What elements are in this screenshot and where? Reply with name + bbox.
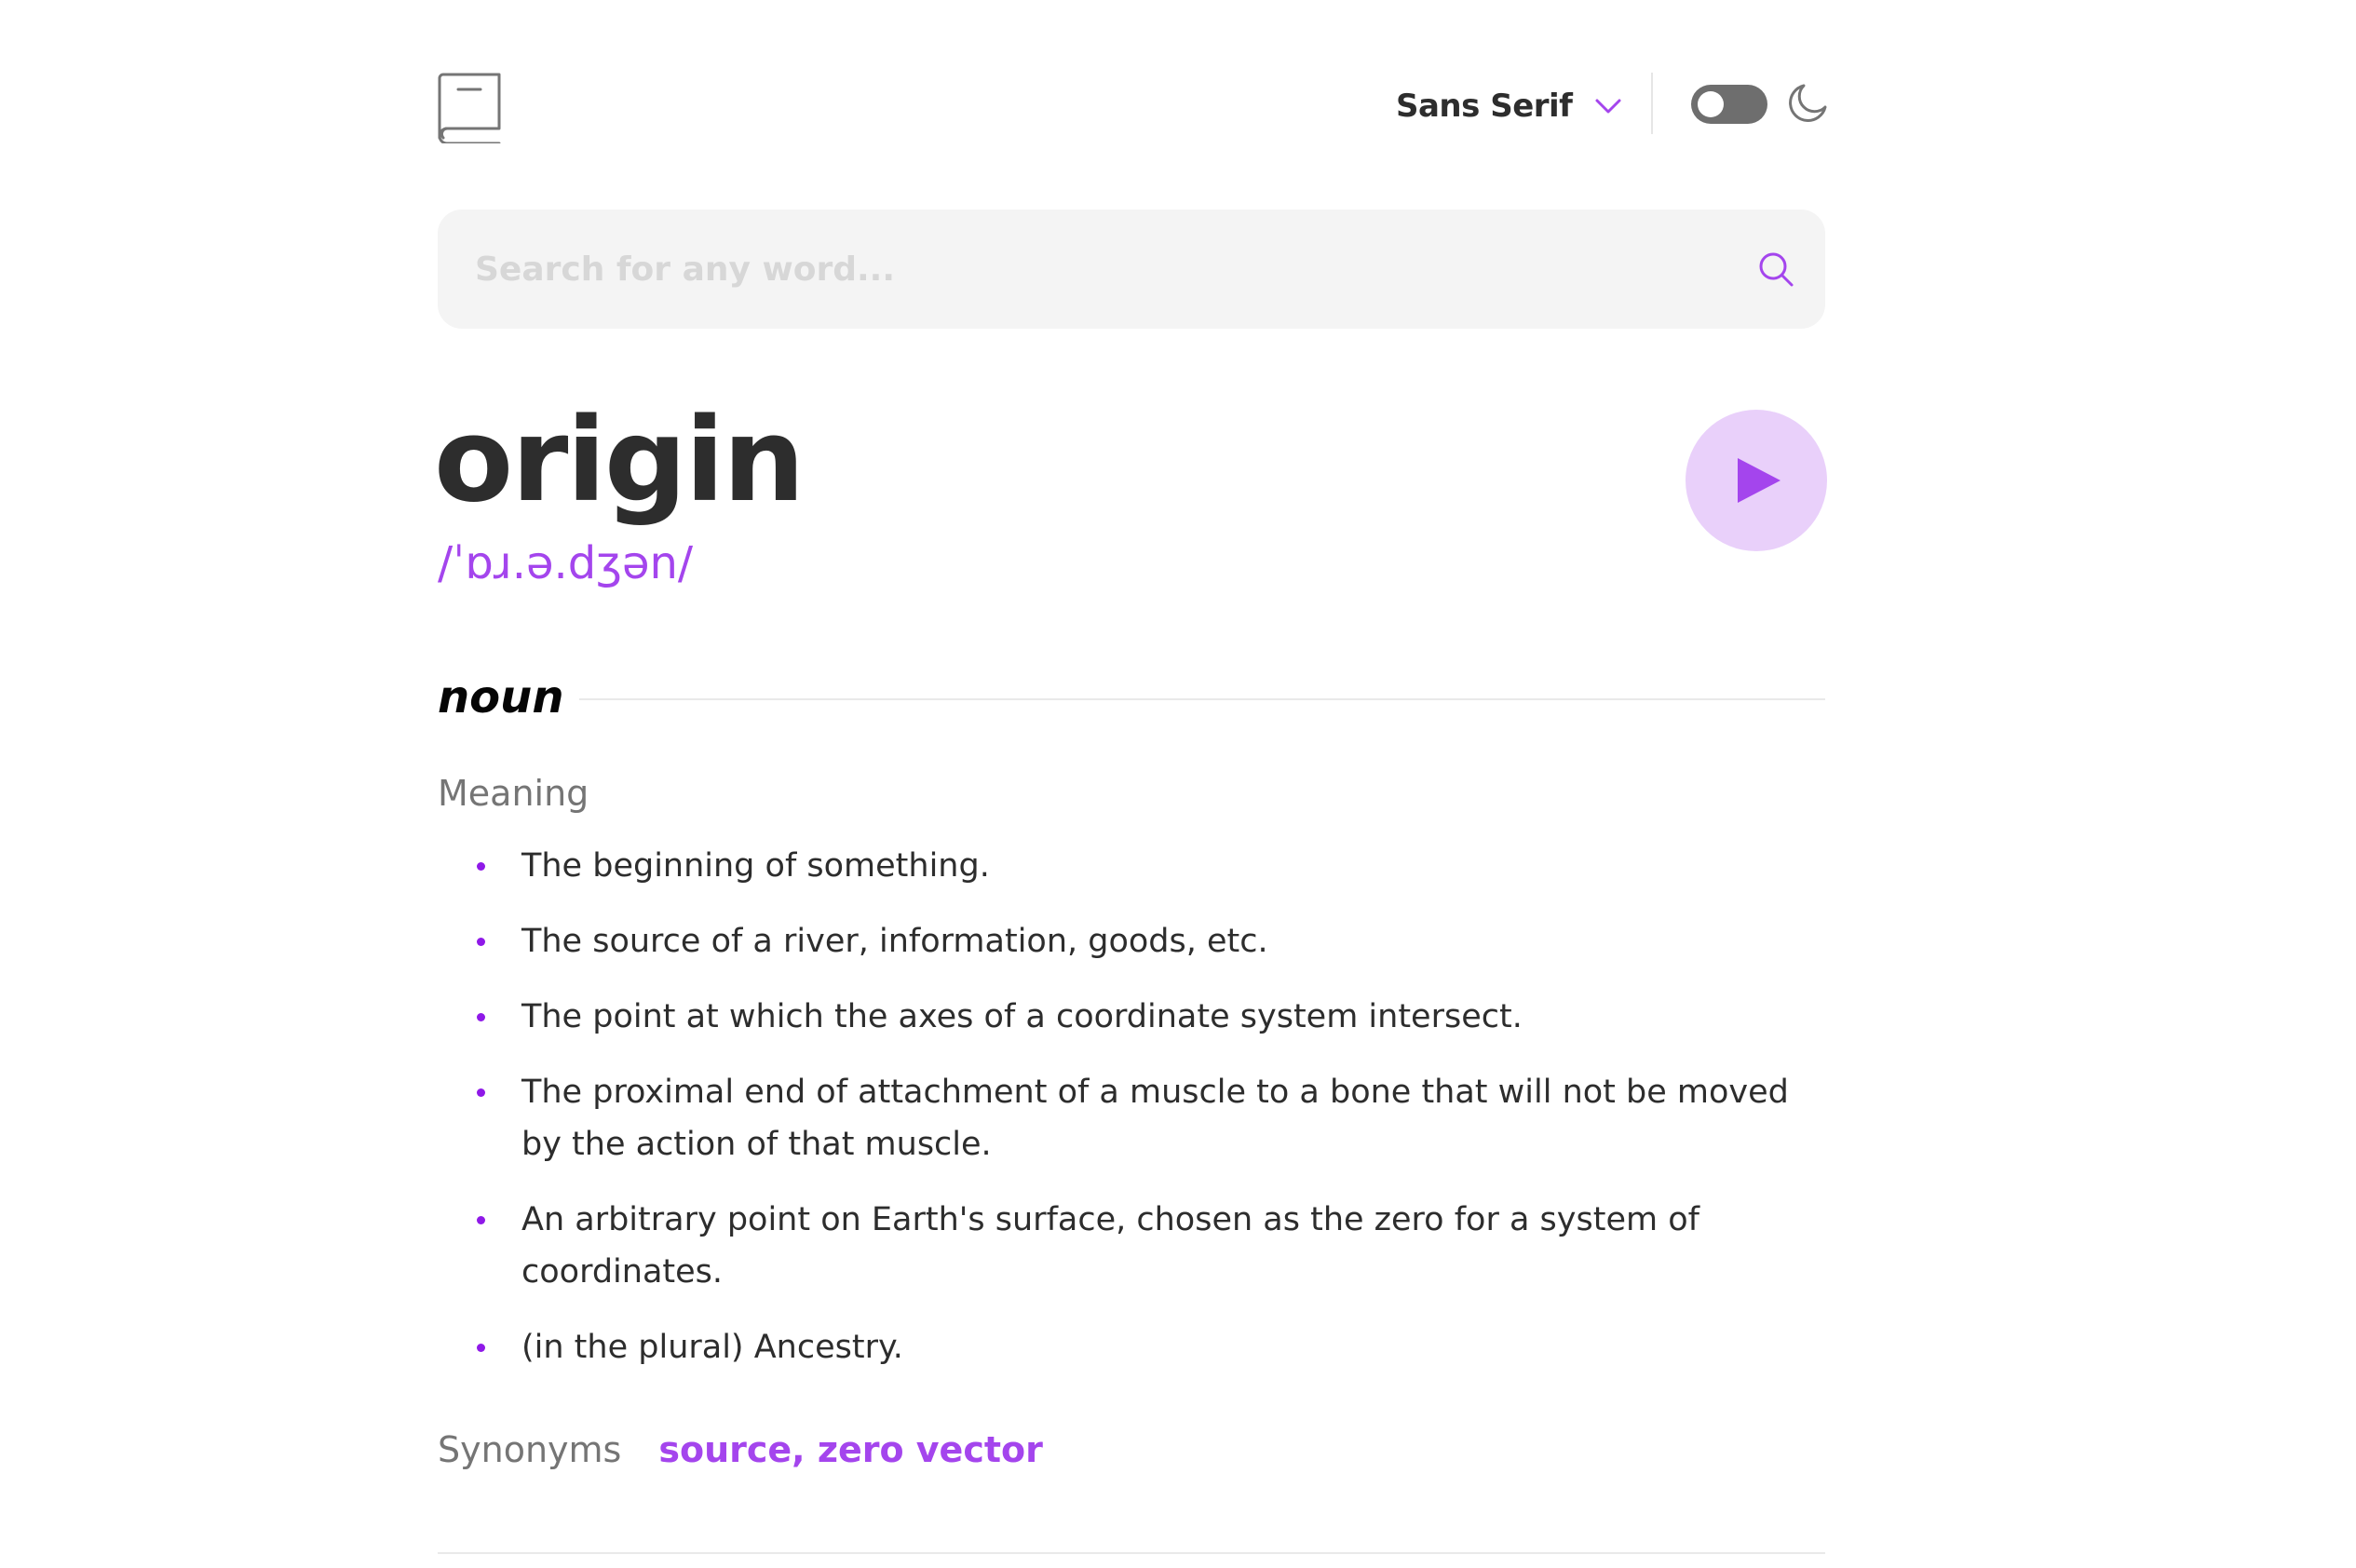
app-container: Sans Serif origin /ˈɒɹ.ə.dʒən/	[434, 0, 1827, 1568]
definition-item: An arbitrary point on Earth's surface, c…	[438, 1194, 1825, 1298]
word-title: origin	[434, 394, 805, 528]
search-icon[interactable]	[1757, 250, 1794, 288]
search-bar	[438, 210, 1825, 329]
bullet-icon	[477, 862, 485, 871]
definition-text: The source of a river, information, good…	[521, 923, 1268, 960]
bullet-icon	[477, 1088, 485, 1097]
definition-item: The point at which the axes of a coordin…	[438, 991, 1825, 1043]
theme-toggle-knob	[1698, 91, 1724, 117]
moon-icon	[1786, 82, 1829, 125]
play-icon	[1738, 458, 1781, 503]
bullet-icon	[477, 1344, 485, 1352]
book-icon	[438, 73, 503, 145]
definition-text: An arbitrary point on Earth's surface, c…	[521, 1201, 1699, 1291]
meaning-heading: Meaning	[438, 773, 589, 814]
bullet-icon	[477, 938, 485, 946]
bullet-icon	[477, 1013, 485, 1021]
header: Sans Serif	[438, 69, 1827, 145]
definition-text: The proximal end of attachment of a musc…	[521, 1074, 1789, 1163]
part-of-speech: noun	[438, 671, 564, 723]
synonyms-row: Synonyms source, zero vector	[438, 1420, 1043, 1480]
font-selector-label: Sans Serif	[1396, 88, 1573, 125]
bullet-icon	[477, 1216, 485, 1224]
section-divider	[579, 698, 1825, 700]
definition-text: (in the plural) Ancestry.	[521, 1329, 903, 1366]
play-audio-button[interactable]	[1686, 410, 1827, 551]
definition-item: The beginning of something.	[438, 840, 1825, 892]
definition-list: The beginning of something. The source o…	[438, 840, 1825, 1397]
synonyms-link[interactable]: source, zero vector	[658, 1429, 1043, 1470]
part-of-speech-row: noun	[438, 665, 1825, 730]
definition-text: The beginning of something.	[521, 847, 990, 885]
font-selector[interactable]: Sans Serif	[1396, 82, 1622, 130]
chevron-down-icon	[1594, 97, 1622, 115]
synonyms-label: Synonyms	[438, 1429, 622, 1470]
definition-text: The point at which the axes of a coordin…	[521, 998, 1523, 1035]
definition-item: The source of a river, information, good…	[438, 915, 1825, 967]
header-divider	[1651, 73, 1653, 134]
definition-item: The proximal end of attachment of a musc…	[438, 1066, 1825, 1170]
theme-toggle[interactable]	[1691, 85, 1767, 124]
search-input[interactable]	[475, 210, 1723, 329]
phonetic-text: /ˈɒɹ.ə.dʒən/	[438, 537, 694, 589]
section-divider-bottom	[438, 1552, 1825, 1554]
definition-item: (in the plural) Ancestry.	[438, 1321, 1825, 1373]
